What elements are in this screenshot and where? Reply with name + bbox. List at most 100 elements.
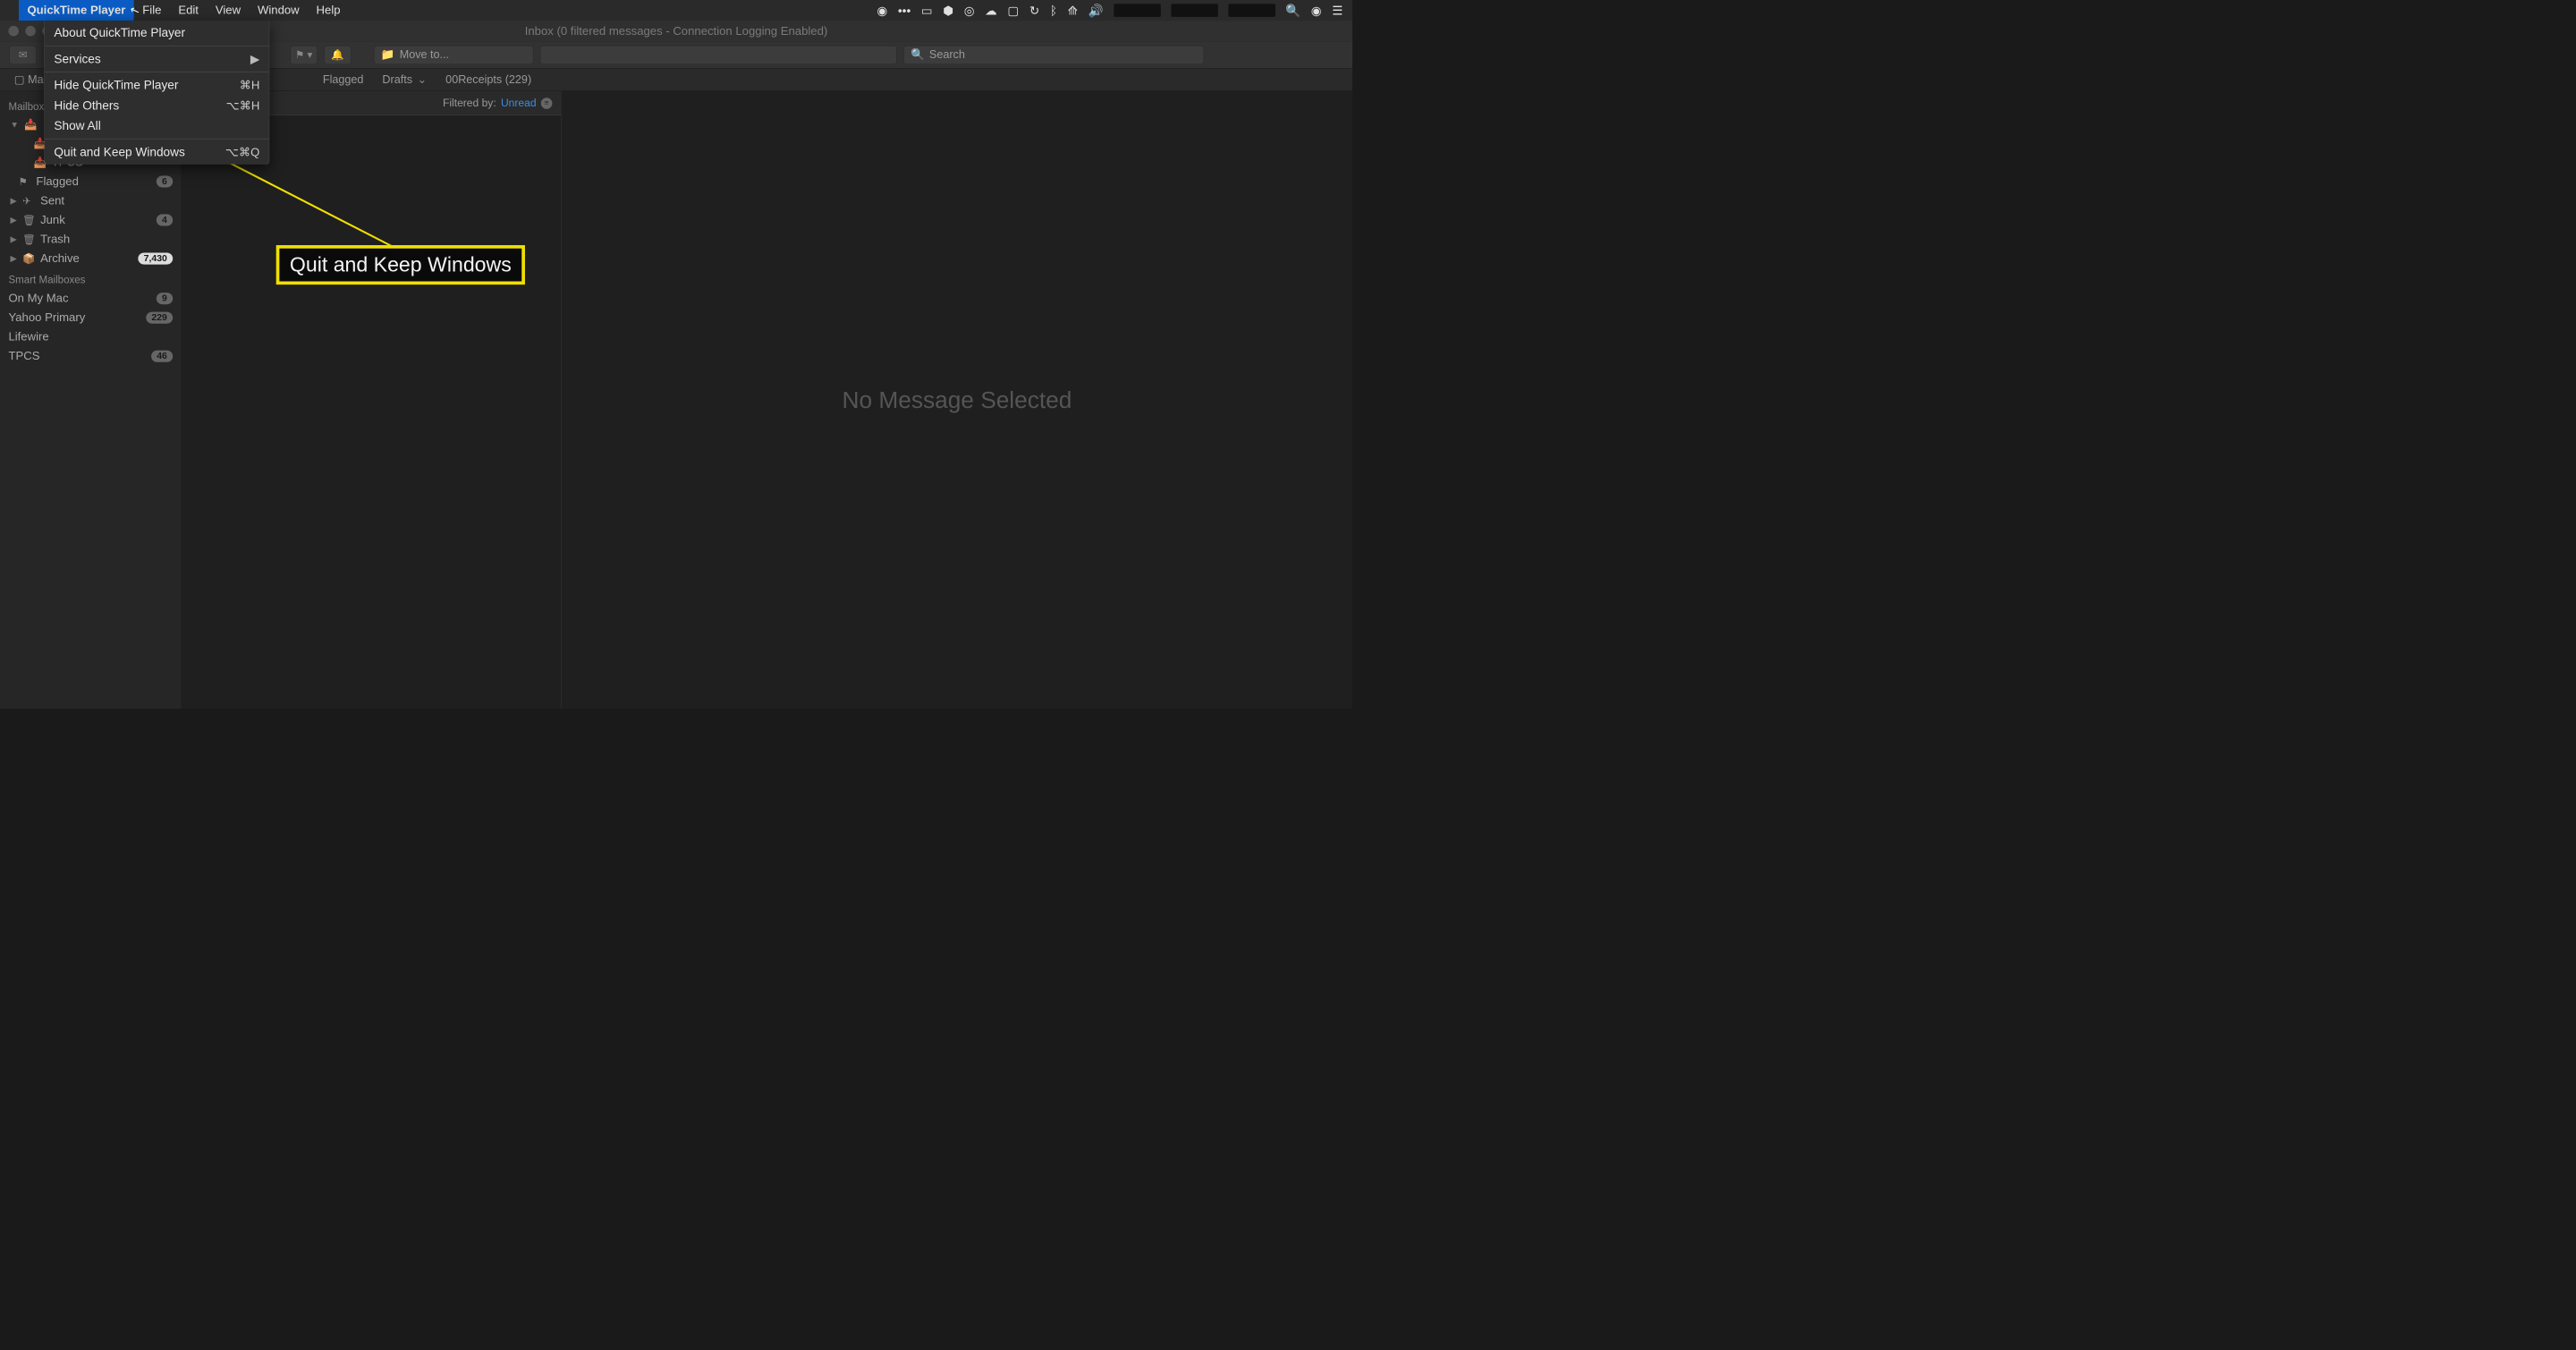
submenu-arrow-icon: ▶ (250, 52, 260, 66)
dots-icon[interactable]: ••• (898, 3, 911, 17)
status-block (1171, 4, 1218, 17)
close-window-button[interactable] (8, 26, 19, 37)
filter-toggle-icon[interactable]: ≡ (541, 98, 553, 109)
sidebar-on-my-mac[interactable]: On My Mac 9 (0, 289, 182, 309)
menu-edit[interactable]: Edit (170, 0, 208, 21)
inbox-icon: 📥 (24, 118, 37, 131)
display-icon[interactable]: ▭ (921, 3, 933, 17)
count-badge: 6 (157, 175, 173, 187)
menu-hide-app-label: Hide QuickTime Player (54, 78, 178, 92)
menu-view[interactable]: View (207, 0, 249, 21)
mailbox-sidebar: Mailboxes ▼ 📥 📥 Lifewire 📥 TPCS ⚑ Flagge… (0, 91, 182, 709)
menu-help[interactable]: Help (308, 0, 349, 21)
menu-divider (45, 46, 269, 47)
count-badge: 7,430 (138, 252, 173, 264)
menu-about[interactable]: About QuickTime Player (45, 22, 269, 43)
sidebar-header-smart: Smart Mailboxes (0, 268, 182, 289)
bluetooth-icon[interactable]: ᛒ (1050, 3, 1057, 17)
creative-cloud-icon[interactable]: ◎ (964, 3, 975, 17)
sidebar-item-label: Trash (40, 233, 70, 246)
status-block (1114, 4, 1161, 17)
shortcut-label: ⌥⌘Q (225, 145, 259, 159)
search-field[interactable]: 🔍 Search (903, 46, 1204, 64)
airplay-icon[interactable]: ▢ (1007, 3, 1019, 17)
message-preview-pane: No Message Selected (562, 91, 1352, 709)
filter-value[interactable]: Unread (501, 97, 537, 109)
menu-quit-keep-windows[interactable]: Quit and Keep Windows ⌥⌘Q (45, 142, 269, 163)
menu-divider (45, 139, 269, 140)
app-menu-dropdown: About QuickTime Player Services ▶ Hide Q… (44, 21, 269, 165)
flag-button[interactable]: ⚑ ▾ (290, 46, 317, 64)
count-badge: 4 (157, 214, 173, 225)
disclosure-icon[interactable]: ▶ (11, 215, 17, 225)
sent-icon: ✈ (22, 195, 35, 208)
menu-window[interactable]: Window (250, 0, 309, 21)
count-badge: 229 (146, 312, 173, 324)
search-icon: 🔍 (911, 48, 925, 62)
favorite-flagged[interactable]: Flagged (323, 73, 364, 87)
sidebar-item-label: Flagged (36, 174, 78, 188)
move-to-label: Move to... (400, 48, 449, 62)
menu-hide-others-label: Hide Others (54, 98, 119, 113)
record-icon[interactable]: ◉ (877, 3, 887, 17)
favorite-drafts[interactable]: Drafts ⌄ (382, 72, 427, 86)
sidebar-tpcs[interactable]: TPCS 46 (0, 346, 182, 366)
sidebar-junk[interactable]: ▶ 🗑 Junk 4 (0, 210, 182, 230)
sidebar-archive[interactable]: ▶ 📦 Archive 7,430 (0, 249, 182, 268)
folder-icon: 📁 (381, 48, 395, 62)
message-list (182, 115, 562, 709)
menu-quit-label: Quit and Keep Windows (54, 145, 184, 159)
sidebar-item-label: TPCS (8, 350, 39, 363)
disclosure-icon[interactable]: ▶ (11, 254, 17, 264)
count-badge: 9 (157, 293, 173, 304)
address-search-field[interactable] (540, 46, 897, 64)
junk-icon: 🗑 (22, 214, 35, 226)
menu-hide-app[interactable]: Hide QuickTime Player ⌘H (45, 75, 269, 96)
disclosure-icon[interactable]: ▶ (11, 196, 17, 206)
sidebar-yahoo-primary[interactable]: Yahoo Primary 229 (0, 308, 182, 327)
disclosure-icon[interactable]: ▼ (11, 120, 19, 130)
menu-show-all[interactable]: Show All (45, 115, 269, 136)
window-title: Inbox (0 filtered messages - Connection … (525, 24, 828, 38)
shortcut-label: ⌘H (240, 78, 260, 92)
sidebar-item-label: Archive (40, 251, 80, 265)
sidebar-item-label: Lifewire (8, 330, 48, 344)
menubar: QuickTime Player File Edit View Window H… (0, 0, 1352, 21)
menu-app-name[interactable]: QuickTime Player (19, 0, 134, 21)
status-block (1228, 4, 1275, 17)
search-placeholder: Search (929, 48, 965, 62)
count-badge: 46 (151, 351, 173, 362)
menu-hide-others[interactable]: Hide Others ⌥⌘H (45, 96, 269, 116)
sidebar-item-label: Yahoo Primary (8, 311, 85, 325)
spacer (11, 176, 13, 186)
sidebar-flagged[interactable]: ⚑ Flagged 6 (0, 172, 182, 191)
sidebar-sent[interactable]: ▶ ✈ Sent (0, 191, 182, 211)
volume-icon[interactable]: 🔊 (1089, 3, 1104, 17)
disclosure-icon[interactable]: ▶ (11, 234, 17, 244)
menu-about-label: About QuickTime Player (54, 25, 185, 39)
sidebar-item-label: Junk (40, 213, 65, 226)
sidebar-item-label: On My Mac (8, 292, 68, 305)
siri-icon[interactable]: ◉ (1311, 3, 1322, 17)
cloud-upload-icon[interactable]: ☁ (985, 3, 997, 17)
favorite-receipts[interactable]: 00Receipts (229) (445, 73, 531, 87)
spotlight-icon[interactable]: 🔍 (1285, 3, 1301, 17)
dropbox-icon[interactable]: ⬢ (943, 3, 953, 17)
sidebar-trash[interactable]: ▶ 🗑 Trash (0, 230, 182, 250)
empty-state-label: No Message Selected (843, 386, 1072, 413)
time-machine-icon[interactable]: ↻ (1030, 3, 1039, 17)
menu-show-all-label: Show All (54, 118, 100, 132)
minimize-window-button[interactable] (25, 26, 36, 37)
annotation-callout: Quit and Keep Windows (276, 245, 525, 284)
sidebar-lifewire[interactable]: Lifewire (0, 327, 182, 347)
menu-services[interactable]: Services ▶ (45, 49, 269, 70)
sidebar-item-label: Sent (40, 194, 64, 208)
callout-text: Quit and Keep Windows (290, 253, 512, 276)
mute-button[interactable]: 🔔 (324, 46, 351, 64)
shortcut-label: ⌥⌘H (226, 98, 260, 113)
wifi-icon[interactable]: ⟰ (1068, 3, 1078, 17)
notification-center-icon[interactable]: ☰ (1332, 3, 1343, 17)
move-to-dropdown[interactable]: 📁 Move to... (374, 46, 533, 64)
get-mail-button[interactable]: ✉ (10, 46, 37, 64)
filter-label: Filtered by: (443, 97, 496, 109)
